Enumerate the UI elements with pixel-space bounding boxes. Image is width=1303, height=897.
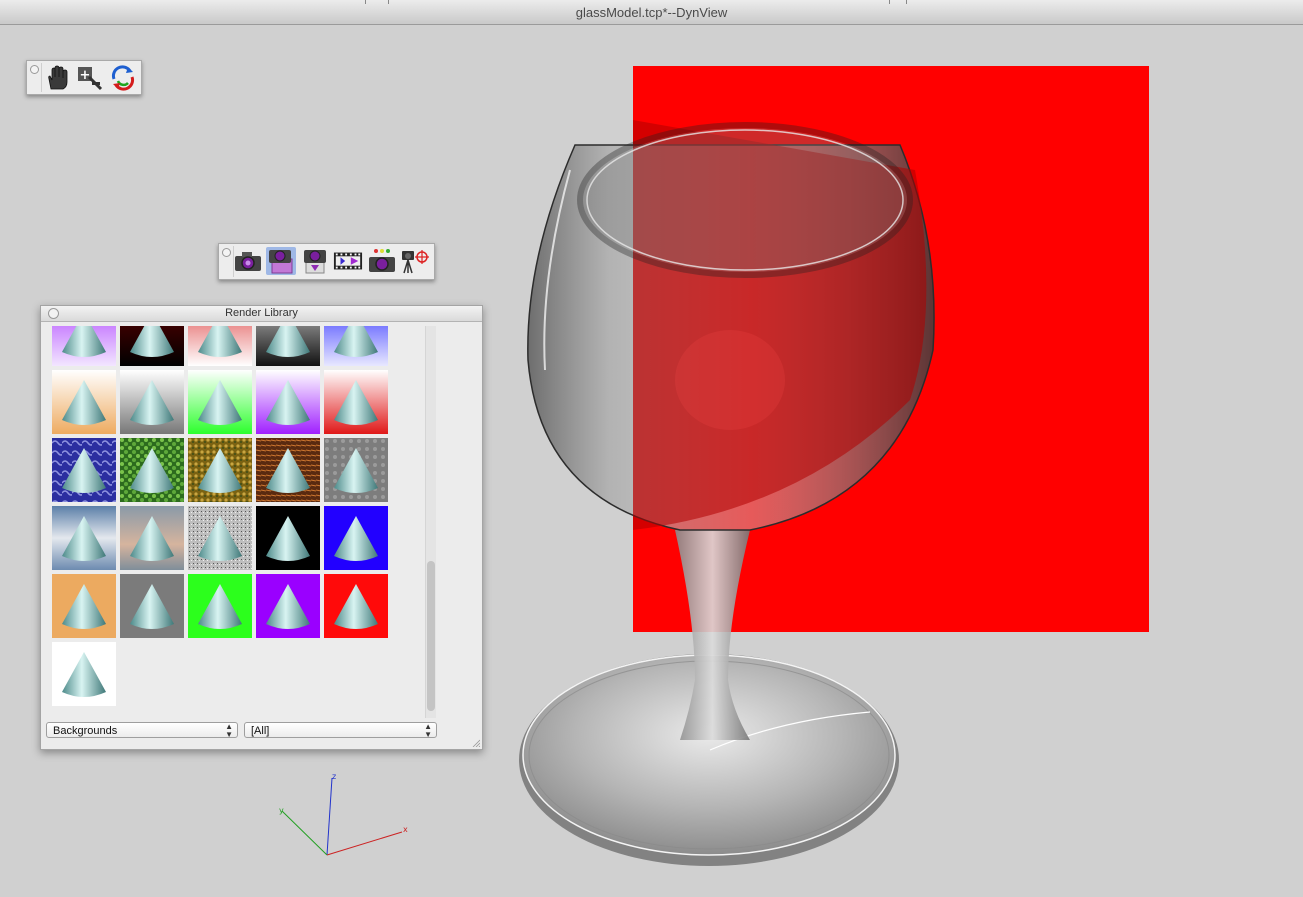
thumbnail-solid-blue[interactable] [324, 506, 388, 570]
filter-select-value: [All] [251, 725, 270, 737]
model-viewport[interactable] [500, 60, 1180, 880]
x-axis-label: x [403, 825, 408, 834]
render-library-panel: Render Library Backgrounds ▲ ▼ [All] ▲ ▼ [40, 305, 483, 750]
y-axis-label: y [279, 806, 284, 815]
thumbnail-green-gradient[interactable] [188, 370, 252, 434]
scrollbar-thumb[interactable] [427, 561, 435, 711]
category-select-value: Backgrounds [53, 725, 118, 737]
vertical-scrollbar[interactable] [425, 326, 436, 718]
thumbnail-gold-texture[interactable] [188, 438, 252, 502]
titlebar-divider [906, 0, 907, 4]
render-camera-options-icon[interactable] [367, 247, 397, 275]
pan-hand-icon[interactable] [42, 64, 72, 92]
thumbnail-sunset-sky[interactable] [120, 506, 184, 570]
thumbnail-gray-stone[interactable] [324, 438, 388, 502]
camera-target-icon[interactable] [400, 247, 430, 275]
thumbnail-red-white-gradient[interactable] [188, 326, 252, 366]
panel-close-icon[interactable] [48, 308, 59, 319]
zoom-icon[interactable]: + [75, 64, 105, 92]
thumbnail-blue-marble[interactable] [52, 438, 116, 502]
thumbnail-purple-white-gradient[interactable] [256, 370, 320, 434]
thumbnail-blue-gradient[interactable] [324, 326, 388, 366]
thumbnail-solid-green[interactable] [188, 574, 252, 638]
thumbnail-solid-gray[interactable] [120, 574, 184, 638]
panel-title: Render Library [225, 307, 298, 319]
thumbnail-solid-purple[interactable] [256, 574, 320, 638]
window-title: glassModel.tcp*--DynView [575, 5, 728, 20]
z-axis-label: z [332, 772, 336, 781]
y-axis-line [281, 810, 328, 856]
category-select[interactable]: Backgrounds ▲ ▼ [46, 722, 238, 739]
thumbnail-green-leaves[interactable] [120, 438, 184, 502]
thumbnail-dark-red-gradient[interactable] [120, 326, 184, 366]
thumbnail-purple-gradient[interactable] [52, 326, 116, 366]
thumbnail-brown-texture[interactable] [256, 438, 320, 502]
filter-select[interactable]: [All] ▲ ▼ [244, 722, 437, 739]
thumbnail-peach-gradient[interactable] [52, 370, 116, 434]
render-library-icon[interactable] [266, 247, 296, 275]
thumbnail-sky-clouds[interactable] [52, 506, 116, 570]
z-axis-line [326, 777, 333, 856]
toolbar-close-icon[interactable] [30, 65, 39, 74]
thumbnail-red-gradient[interactable] [324, 370, 388, 434]
render-settings-icon[interactable] [300, 247, 330, 275]
thumbnail-solid-red[interactable] [324, 574, 388, 638]
window-titlebar[interactable]: glassModel.tcp*--DynView [0, 0, 1303, 25]
render-toolbar [218, 243, 435, 280]
titlebar-divider [889, 0, 890, 4]
panel-titlebar[interactable]: Render Library [41, 306, 482, 322]
render-camera-icon[interactable] [233, 247, 263, 275]
x-axis-line [326, 831, 403, 856]
resize-grip-icon[interactable] [472, 739, 480, 747]
render-animation-icon[interactable] [333, 247, 363, 275]
navigation-toolbar: + [26, 60, 142, 95]
glass-rim [577, 122, 913, 278]
thumbnail-gray-white-gradient[interactable] [120, 370, 184, 434]
thumbnail-gray-black-gradient[interactable] [256, 326, 320, 366]
rotate-icon[interactable] [108, 64, 138, 92]
svg-text:+: + [80, 68, 91, 83]
thumbnail-solid-peach[interactable] [52, 574, 116, 638]
axes-gizmo: z x y [279, 772, 408, 856]
thumbnail-solid-white[interactable] [52, 642, 116, 706]
thumbnail-granite-texture[interactable] [188, 506, 252, 570]
updown-arrows-icon: ▲ ▼ [225, 722, 233, 739]
titlebar-divider [388, 0, 389, 4]
titlebar-divider [365, 0, 366, 4]
thumbnail-solid-black[interactable] [256, 506, 320, 570]
updown-arrows-icon: ▲ ▼ [424, 722, 432, 739]
toolbar-close-icon[interactable] [222, 248, 231, 257]
render-library-grid [52, 326, 392, 718]
